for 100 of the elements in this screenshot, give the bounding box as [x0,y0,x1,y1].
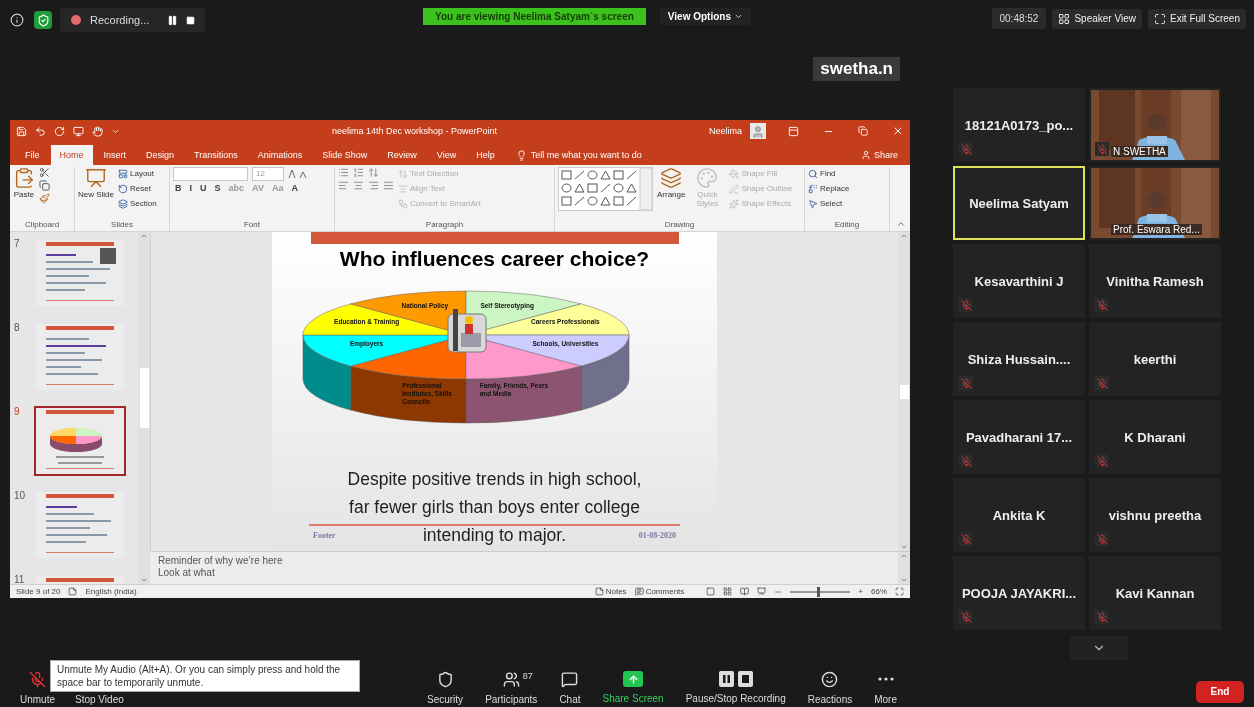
ribbon-button[interactable]: Layout [118,167,157,180]
touch-icon[interactable] [92,125,103,137]
ribbon-group-label: Paragraph [424,220,465,231]
chevron-down-icon [734,12,743,21]
participants-button[interactable]: 87 Participants [485,671,538,707]
present-icon[interactable] [73,125,84,137]
redo-icon[interactable] [54,125,65,137]
arrange-button[interactable]: Arrange [657,167,686,199]
tell-me-search[interactable]: Tell me what you want to do [515,145,853,165]
language[interactable]: English (India) [85,587,137,596]
align-icon[interactable] [383,180,394,191]
format-button[interactable]: I [187,183,194,193]
restore-icon[interactable] [858,126,868,136]
stop-video-button[interactable]: Stop Video [75,694,124,707]
shapes-gallery[interactable] [558,167,653,211]
scroll-up-icon[interactable] [900,552,908,560]
ribbon-group-label: Slides [110,220,134,231]
more-icon [877,677,894,681]
scroll-up-icon[interactable] [140,232,148,240]
ribbon-icon [398,183,408,194]
ribbon-tab[interactable]: Insert [94,145,136,165]
participant-name: Prof. Eswara Red... [1111,224,1202,235]
comments-button[interactable]: Comments [634,587,685,596]
security-shield-icon[interactable] [34,11,52,29]
worker-icon [447,309,486,353]
security-button[interactable]: Security [427,671,464,707]
ribbon-button[interactable]: Find [808,167,850,180]
ribbon-button[interactable]: Replace [808,182,850,195]
participant-name: vishnu preetha [1108,507,1202,523]
ribbon-tab[interactable]: Home [50,145,93,165]
zoom-in-button[interactable]: + [858,587,863,596]
share-button[interactable]: Share [854,145,904,165]
list-icon[interactable] [368,167,379,178]
stop-icon[interactable] [186,15,196,25]
ribbon-tab[interactable]: Help [467,145,504,165]
align-icon[interactable] [338,180,349,191]
fit-slide-icon[interactable] [895,587,904,596]
notes-page-icon[interactable] [68,587,78,596]
ribbon-tab[interactable]: Design [137,145,184,165]
ribbon-tab[interactable]: View [427,145,466,165]
share-screen-button[interactable]: Share Screen [602,671,664,707]
brush-icon [39,193,50,204]
slideshow-icon[interactable] [757,587,767,596]
save-icon[interactable] [16,125,27,137]
format-button[interactable]: A [289,183,300,193]
scroll-down-icon[interactable] [900,576,908,584]
list-icon[interactable] [353,167,364,178]
scrollbar-thumb[interactable] [139,368,149,428]
participant-name: keerthi [1133,351,1177,367]
ribbon-icon [398,198,408,209]
ribbon-button[interactable]: Select [808,197,850,210]
undo-icon[interactable] [35,125,46,137]
ribbon-icon [660,167,683,189]
ribbon-tab[interactable]: Slide Show [313,145,377,165]
format-button[interactable]: U [198,183,209,193]
avatar-icon [750,123,766,139]
ribbon-tab[interactable]: File [16,145,49,165]
exit-full-screen-button[interactable]: Exit Full Screen [1147,8,1246,29]
ribbon-tab[interactable]: Transitions [185,145,247,165]
ribbon-icon [808,183,818,194]
normal-view-icon[interactable] [706,587,716,596]
end-button[interactable]: End [1196,680,1244,703]
pause-icon[interactable] [167,14,179,26]
align-icon[interactable] [353,180,364,191]
new-slide-button[interactable]: New Slide [78,167,114,199]
more-button[interactable]: More [874,671,897,707]
format-button[interactable]: S [212,183,223,193]
paste-button[interactable]: Paste [13,167,35,199]
participant-name: Kavi Kannan [1115,585,1195,601]
slide-sorter-icon[interactable] [723,587,733,596]
font-name-field[interactable] [173,167,248,181]
list-icon[interactable] [338,167,349,178]
ribbon-icon [729,168,740,179]
ribbon-display-icon[interactable] [788,125,799,137]
chat-button[interactable]: Chat [559,671,581,707]
viewing-banner: You are viewing Neelima Satyam`s screen [423,8,646,25]
reading-view-icon[interactable] [740,587,750,596]
scrollbar-thumb[interactable] [899,384,909,399]
view-options-button[interactable]: View Options [659,8,751,25]
align-icon[interactable] [368,180,379,191]
scroll-down-icon[interactable] [900,543,908,551]
ribbon-tab[interactable]: Animations [248,145,312,165]
participant-name: POOJA JAYAKRI... [961,585,1077,601]
notes-button[interactable]: Notes [594,587,627,596]
recording-button[interactable]: Pause/Stop Recording [685,671,786,707]
ribbon-button[interactable]: Section [118,197,157,210]
scroll-down-icon[interactable] [140,576,148,584]
reactions-button[interactable]: Reactions [807,671,853,707]
scrollbar[interactable] [138,232,150,584]
format-button[interactable]: B [173,183,184,193]
speaker-view-button[interactable]: Speaker View [1052,8,1142,29]
scroll-up-icon[interactable] [900,232,908,240]
close-icon[interactable] [892,125,904,137]
info-icon[interactable] [8,11,26,29]
ribbon-tab[interactable]: Review [378,145,426,165]
ribbon-button[interactable]: Reset [118,182,157,195]
smiley-icon [821,671,839,688]
collapse-ribbon-icon[interactable] [896,219,906,229]
muted-microphone-icon [29,671,46,688]
scrollbar[interactable] [898,232,910,551]
